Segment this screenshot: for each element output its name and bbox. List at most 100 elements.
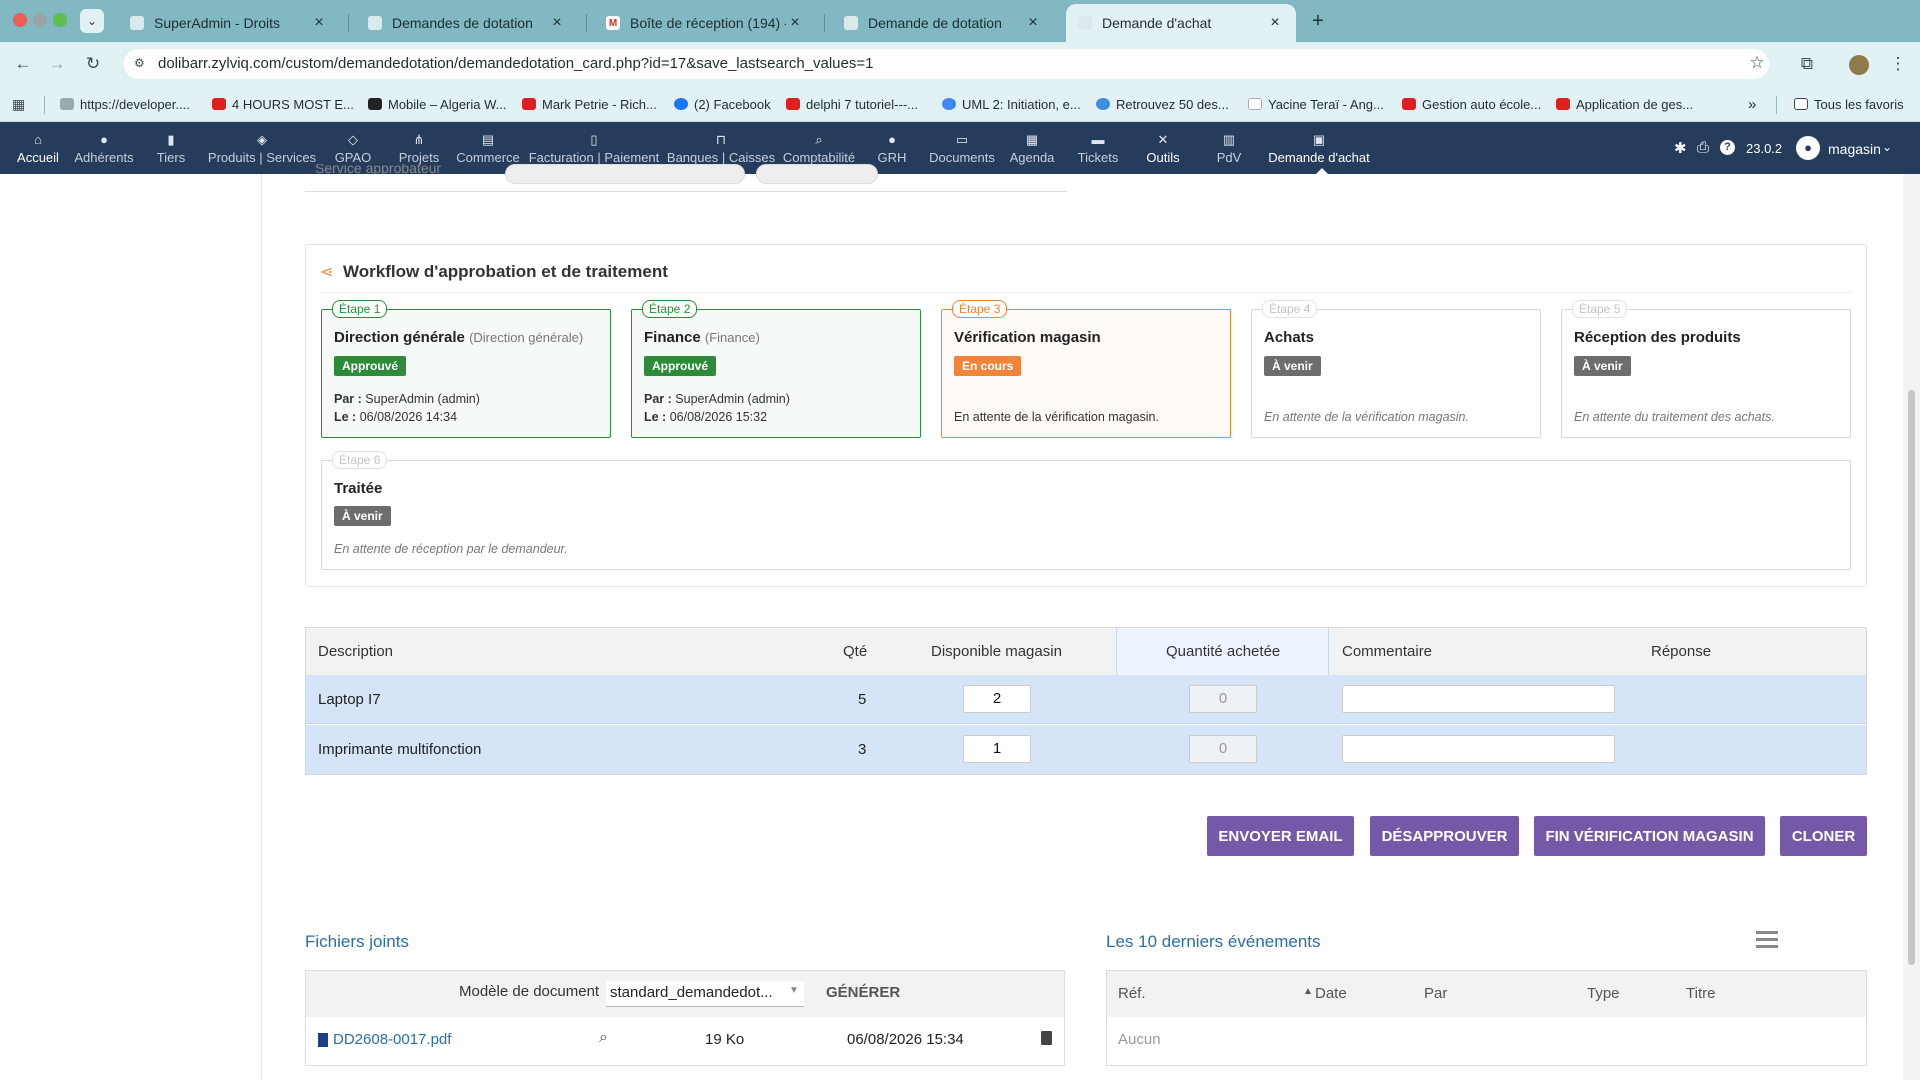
delete-trash-icon[interactable] (1041, 1031, 1052, 1045)
menu-grh[interactable]: ● GRH (875, 122, 909, 174)
tab-search-icon[interactable]: ⌄ (80, 9, 104, 33)
user-icon: ● (100, 131, 108, 147)
bookmark-yacine[interactable]: Yacine Teraï - Ang... (1248, 94, 1384, 114)
preview-magnifier-icon[interactable]: ⌕ (599, 1029, 608, 1047)
available-input[interactable]: 2 (963, 685, 1031, 713)
apps-grid-icon[interactable]: ▦ (12, 96, 25, 113)
menu-produits-services[interactable]: ◈ Produits | Services (205, 122, 319, 174)
calendar-icon: ▦ (1025, 131, 1039, 147)
user-avatar-icon[interactable]: ● (1796, 136, 1820, 160)
bookmark-delphi[interactable]: delphi 7 tutoriel---... (786, 94, 918, 114)
generate-button[interactable]: GÉNÉRER (826, 984, 900, 1001)
site-info-icon[interactable]: ⚙ (134, 56, 150, 72)
menu-agenda[interactable]: ▦ Agenda (1007, 122, 1057, 174)
bookmark-4hours[interactable]: 4 HOURS MOST E... (212, 94, 354, 114)
tab-superadmin-droits[interactable]: SuperAdmin - Droits × (118, 4, 340, 42)
bookmark-label: Yacine Teraï - Ang... (1268, 96, 1384, 112)
menu-documents[interactable]: ▭ Documents (927, 122, 997, 174)
help-icon[interactable]: ? (1720, 140, 1735, 155)
bookmark-star-icon[interactable]: ☆ (1746, 52, 1768, 74)
back-icon[interactable]: ← (12, 53, 34, 75)
close-tab-icon[interactable]: × (310, 14, 328, 32)
tab-demandes-dotation[interactable]: Demandes de dotation × (356, 4, 578, 42)
step-by: Par : SuperAdmin (admin) (334, 392, 480, 406)
bookmark-mark-petrie[interactable]: Mark Petrie - Rich... (522, 94, 657, 114)
close-tab-icon[interactable]: × (548, 14, 566, 32)
new-tab-icon[interactable]: + (1306, 9, 1330, 33)
menu-accueil[interactable]: ⌂ Accueil (12, 122, 64, 174)
sort-asc-icon[interactable]: ▲ (1303, 986, 1313, 997)
bookmark-label: https://developer.... (80, 96, 190, 112)
browser-menu-icon[interactable]: ⋮ (1887, 53, 1909, 75)
menu-tickets[interactable]: ▬ Tickets (1076, 122, 1120, 174)
comment-input[interactable] (1342, 685, 1615, 713)
date-label: Le : (334, 410, 357, 424)
print-icon[interactable]: ⎙ (1697, 139, 1709, 156)
forward-icon[interactable]: → (46, 53, 68, 75)
available-input[interactable]: 1 (963, 735, 1031, 763)
tab-boite-reception[interactable]: M Boîte de réception (194) - na × (594, 4, 816, 42)
menu-demande-achat[interactable]: ▣ Demande d'achat (1266, 122, 1372, 174)
extensions-icon[interactable]: ⧉ (1796, 53, 1818, 75)
close-tab-icon[interactable]: × (786, 14, 804, 32)
row-description: Imprimante multifonction (318, 741, 482, 758)
close-tab-icon[interactable]: × (1024, 14, 1042, 32)
step-title: Traitée (334, 480, 383, 497)
maximize-window-button[interactable] (53, 13, 67, 27)
step-by: Par : SuperAdmin (admin) (644, 392, 790, 406)
col-by[interactable]: Par (1424, 985, 1447, 1002)
tab-demande-achat[interactable]: Demande d'achat × (1066, 4, 1296, 42)
bookmark-developer[interactable]: https://developer.... (60, 94, 190, 114)
scrollbar-thumb[interactable] (1908, 390, 1915, 965)
purchased-input[interactable]: 0 (1189, 685, 1257, 713)
table-header-row (306, 628, 1866, 675)
document-model-select[interactable]: standard_demandedot... (606, 981, 804, 1007)
close-window-button[interactable] (13, 13, 27, 27)
menu-outils[interactable]: ✕ Outils (1144, 122, 1182, 174)
menu-label: Projets (398, 149, 440, 165)
menu-label: Adhérents (74, 149, 134, 165)
col-title[interactable]: Titre (1686, 985, 1715, 1002)
all-bookmarks[interactable]: Tous les favoris (1794, 94, 1904, 114)
minimize-window-button[interactable] (33, 13, 47, 27)
bookmark-facebook[interactable]: (2) Facebook (674, 94, 771, 114)
file-link[interactable]: DD2608-0017.pdf (333, 1031, 451, 1048)
events-list-icon[interactable] (1756, 929, 1778, 949)
reload-icon[interactable]: ↻ (82, 53, 104, 75)
tab-demande-dotation[interactable]: Demande de dotation × (832, 4, 1054, 42)
disapprove-button[interactable]: DÉSAPPROUVER (1370, 816, 1519, 856)
bookmark-application[interactable]: Application de ges... (1556, 94, 1693, 114)
clone-button[interactable]: CLONER (1780, 816, 1867, 856)
col-qty: Qté (843, 643, 868, 660)
col-date[interactable]: Date (1315, 985, 1347, 1002)
comment-input[interactable] (1342, 735, 1615, 763)
send-email-button[interactable]: ENVOYER EMAIL (1207, 816, 1354, 856)
store-icon: ▣ (1312, 131, 1326, 147)
date-label: Le : (644, 410, 667, 424)
user-chevron-down-icon[interactable]: ⌄ (1882, 140, 1892, 154)
bookmark-mobile-algeria[interactable]: Mobile – Algeria W... (368, 94, 507, 114)
menu-label: Agenda (1009, 149, 1055, 165)
finish-verification-button[interactable]: FIN VÉRIFICATION MAGASIN (1534, 816, 1765, 856)
bookmarks-separator (44, 96, 45, 114)
url-text[interactable]: dolibarr.zylviq.com/custom/demandedotati… (158, 55, 873, 72)
bookmark-retrouvez[interactable]: Retrouvez 50 des... (1096, 94, 1229, 114)
profile-avatar[interactable] (1849, 55, 1869, 75)
menu-tiers[interactable]: ▮ Tiers (150, 122, 192, 174)
list-line (1756, 945, 1778, 948)
bookmark-gestion-auto[interactable]: Gestion auto école... (1402, 94, 1541, 114)
user-name[interactable]: magasin (1828, 141, 1881, 157)
col-type[interactable]: Type (1587, 985, 1620, 1002)
favicon-icon (130, 16, 144, 30)
purchased-input[interactable]: 0 (1189, 735, 1257, 763)
bookmark-uml[interactable]: UML 2: Initiation, e... (942, 94, 1081, 114)
close-tab-icon[interactable]: × (1266, 14, 1284, 32)
bookmark-label: UML 2: Initiation, e... (962, 96, 1081, 112)
menu-pdv[interactable]: ▥ PdV (1214, 122, 1244, 174)
file-invoice-icon: ▯ (590, 131, 598, 147)
step-label: Étape 5 (1572, 300, 1628, 318)
menu-adherents[interactable]: ● Adhérents (72, 122, 136, 174)
bookmarks-more-icon[interactable]: » (1748, 94, 1756, 114)
col-ref[interactable]: Réf. (1118, 985, 1146, 1002)
debug-bug-icon[interactable]: ✱ (1674, 139, 1687, 157)
